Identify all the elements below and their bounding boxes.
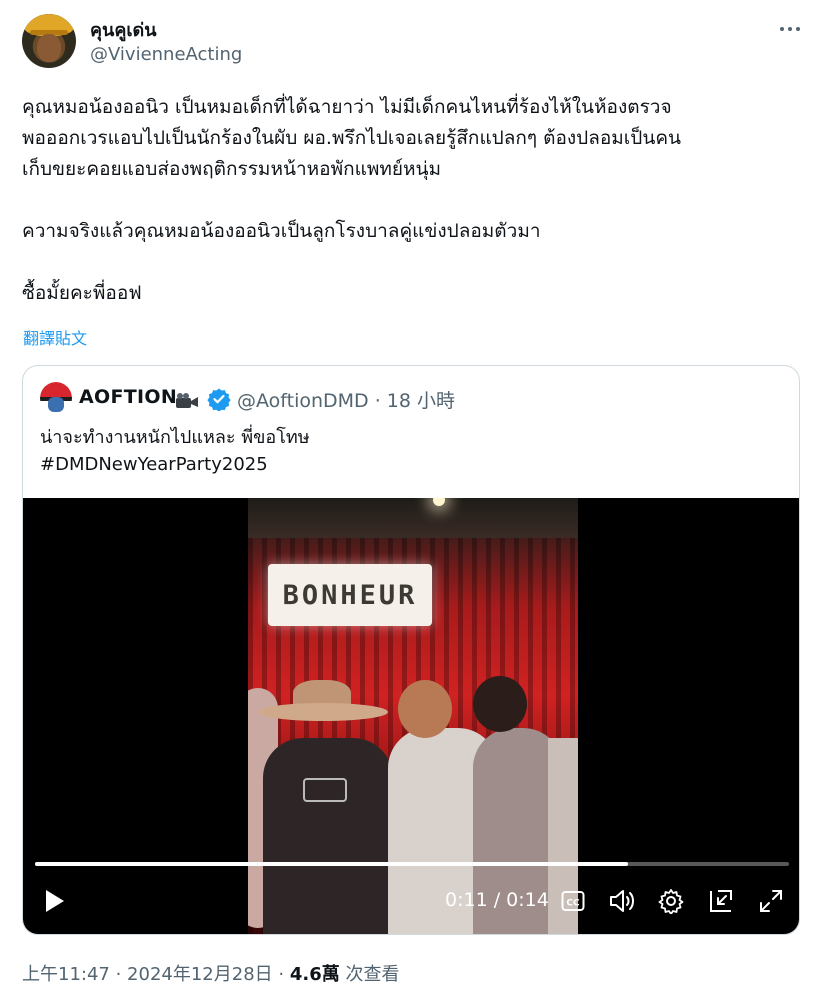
captions-icon[interactable]: CC: [558, 886, 588, 916]
venue-sign: BONHEUR: [268, 564, 432, 626]
video-player[interactable]: BONHEUR 0:11 / 0:14 CC: [23, 498, 799, 934]
pip-icon[interactable]: [706, 886, 736, 916]
meta-separator: ·: [272, 964, 290, 985]
video-time: 0:11 / 0:14: [445, 889, 549, 911]
video-progress-fill: [35, 862, 628, 866]
video-frame: BONHEUR: [248, 498, 578, 934]
more-icon[interactable]: [776, 16, 804, 42]
fullscreen-icon[interactable]: [756, 886, 786, 916]
svg-text:CC: CC: [566, 899, 580, 909]
settings-icon[interactable]: [656, 886, 686, 916]
tweet-timestamp[interactable]: 上午11:47 · 2024年12月28日: [22, 964, 273, 985]
camera-icon: [176, 393, 198, 408]
play-icon[interactable]: [39, 886, 69, 916]
author-avatar[interactable]: [22, 14, 76, 68]
translate-link[interactable]: 翻譯貼文: [23, 325, 87, 349]
author-handle[interactable]: @VivienneActing: [90, 44, 242, 65]
verified-badge-icon: [207, 388, 231, 411]
author-display-name[interactable]: คุนคูเด่น: [90, 15, 157, 44]
volume-icon[interactable]: [607, 886, 637, 916]
quote-text: น่าจะทำงานหนักไปแหละ พี่ขอโทษ #DMDNewYea…: [40, 427, 310, 475]
tweet-metadata: 上午11:47 · 2024年12月28日 · 4.6萬 次查看: [22, 960, 399, 986]
tweet-text: คุณหมอน้องออนิว เป็นหมอเด็กที่ได้ฉายาว่า…: [22, 96, 682, 304]
quoted-tweet[interactable]: AOFTION @AoftionDMD · 18 小時 น่าจะทำงานหน…: [22, 365, 800, 935]
avatar-face: [37, 34, 61, 62]
quote-avatar[interactable]: [40, 382, 72, 414]
view-count[interactable]: 4.6萬: [290, 964, 340, 985]
view-label: 次查看: [339, 964, 400, 985]
video-progress-bar[interactable]: [35, 862, 789, 866]
quote-display-name: AOFTION: [79, 386, 178, 408]
quote-handle-time: @AoftionDMD · 18 小時: [237, 390, 456, 412]
